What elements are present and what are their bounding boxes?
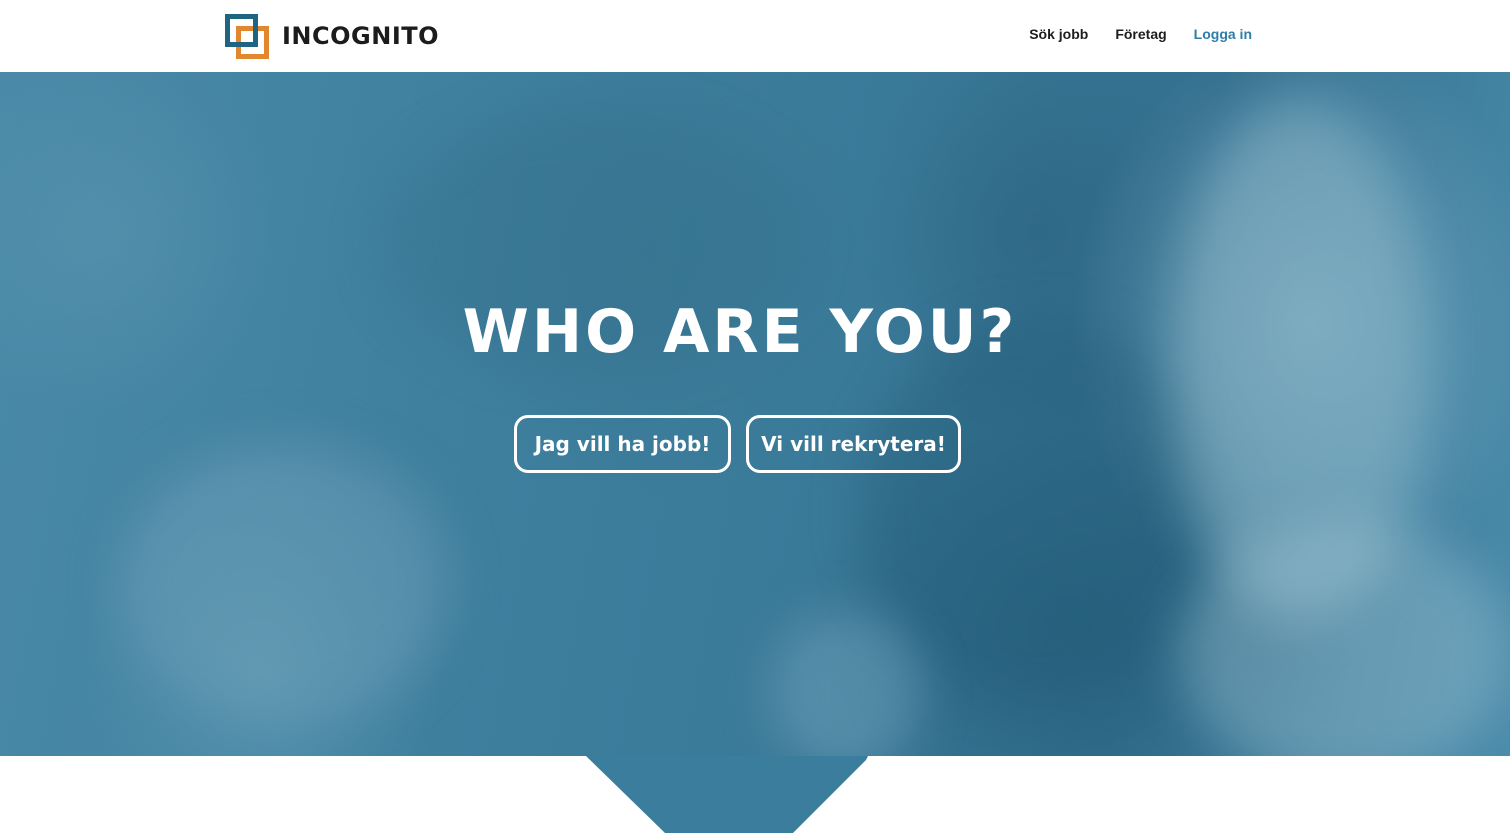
hero-background-hand (120, 442, 450, 722)
hero-section: WHO ARE YOU? Jag vill ha jobb! Vi vill r… (0, 72, 1510, 756)
hero-background-shade (860, 322, 1220, 702)
content-section (0, 756, 1510, 833)
logo-icon (224, 13, 270, 59)
nav-item-sok-jobb[interactable]: Sök jobb (1029, 26, 1088, 42)
logo[interactable]: INCOGNITO (224, 13, 439, 59)
hero-background-palm (770, 612, 920, 756)
site-header: INCOGNITO Sök jobb Företag Logga in (0, 0, 1510, 72)
hero-title: WHO ARE YOU? (462, 297, 1018, 367)
main-nav: Sök jobb Företag Logga in (1029, 26, 1252, 42)
hero-buttons: Jag vill ha jobb! Vi vill rekrytera! (514, 415, 961, 473)
nav-item-foretag[interactable]: Företag (1115, 26, 1166, 42)
recruiter-button[interactable]: Vi vill rekrytera! (746, 415, 961, 473)
logo-text: INCOGNITO (282, 22, 440, 50)
hero-notch-arrow (586, 756, 868, 833)
nav-item-logga-in[interactable]: Logga in (1194, 26, 1252, 42)
job-seeker-button[interactable]: Jag vill ha jobb! (514, 415, 731, 473)
